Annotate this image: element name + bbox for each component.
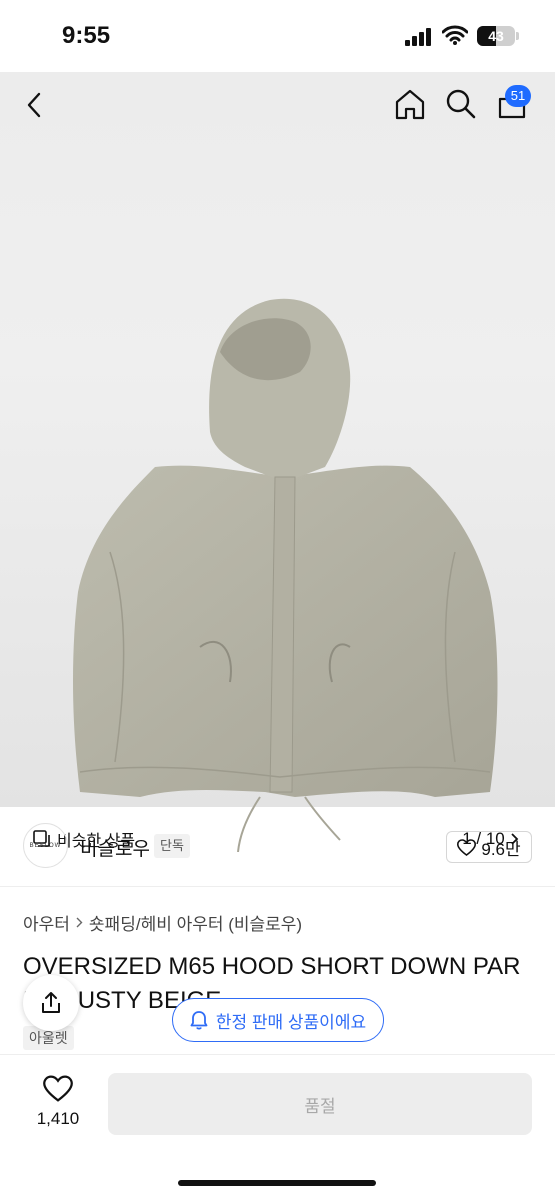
brand-logo[interactable]: BESLOW — [23, 823, 68, 868]
share-button[interactable] — [23, 975, 79, 1031]
breadcrumb: 아우터 숏패딩/헤비 아우터 (비슬로우) — [23, 910, 302, 935]
top-nav — [0, 72, 555, 142]
heart-icon — [457, 838, 477, 856]
wishlist-count: 1,410 — [36, 1109, 80, 1128]
bottom-bar: 1,410 품절 — [0, 1054, 555, 1200]
back-arrow-icon[interactable] — [26, 92, 42, 118]
brand-logo-text: BESLOW — [29, 842, 62, 849]
limited-sale-notice[interactable]: 한정 판매 상품이에요 — [172, 998, 384, 1042]
chevron-right-icon — [76, 917, 83, 928]
battery-tip — [516, 32, 519, 40]
signal-icon — [405, 28, 431, 46]
brand-like-count: 9.6만 — [481, 839, 521, 859]
breadcrumb-category[interactable]: 숏패딩/헤비 아우터 (비슬로우) — [89, 910, 302, 935]
wishlist-button[interactable]: 1,410 — [30, 1075, 86, 1129]
battery-level: 43 — [488, 28, 504, 44]
product-image[interactable]: 비슷한 상품 1 / 10 — [0, 72, 555, 855]
status-time: 9:55 — [62, 22, 111, 49]
status-bar: 9:55 43 — [0, 0, 555, 72]
exclusive-badge: 단독 — [154, 834, 190, 858]
battery-icon: 43 — [477, 26, 515, 46]
jacket-image — [73, 298, 498, 852]
heart-icon — [43, 1075, 73, 1102]
soldout-label: 품절 — [304, 1096, 336, 1116]
product-title-line1: OVERSIZED M65 HOOD SHORT DOWN PAR — [23, 953, 521, 980]
brand-name[interactable]: 비슬로우 — [80, 834, 150, 861]
limited-sale-label: 한정 판매 상품이에요 — [215, 1012, 367, 1032]
soldout-button[interactable]: 품절 — [108, 1073, 532, 1135]
home-icon[interactable] — [394, 88, 426, 120]
share-icon — [42, 992, 60, 1013]
search-icon[interactable] — [445, 88, 477, 120]
home-indicator — [178, 1180, 376, 1186]
brand-like-button[interactable]: 9.6만 — [446, 831, 532, 863]
bell-icon — [190, 1011, 208, 1030]
brand-row[interactable]: BESLOW 비슬로우 단독 9.6만 — [0, 807, 555, 887]
breadcrumb-outer[interactable]: 아우터 — [23, 910, 70, 935]
cart-count-badge: 51 — [505, 85, 531, 107]
wifi-icon — [442, 25, 468, 45]
